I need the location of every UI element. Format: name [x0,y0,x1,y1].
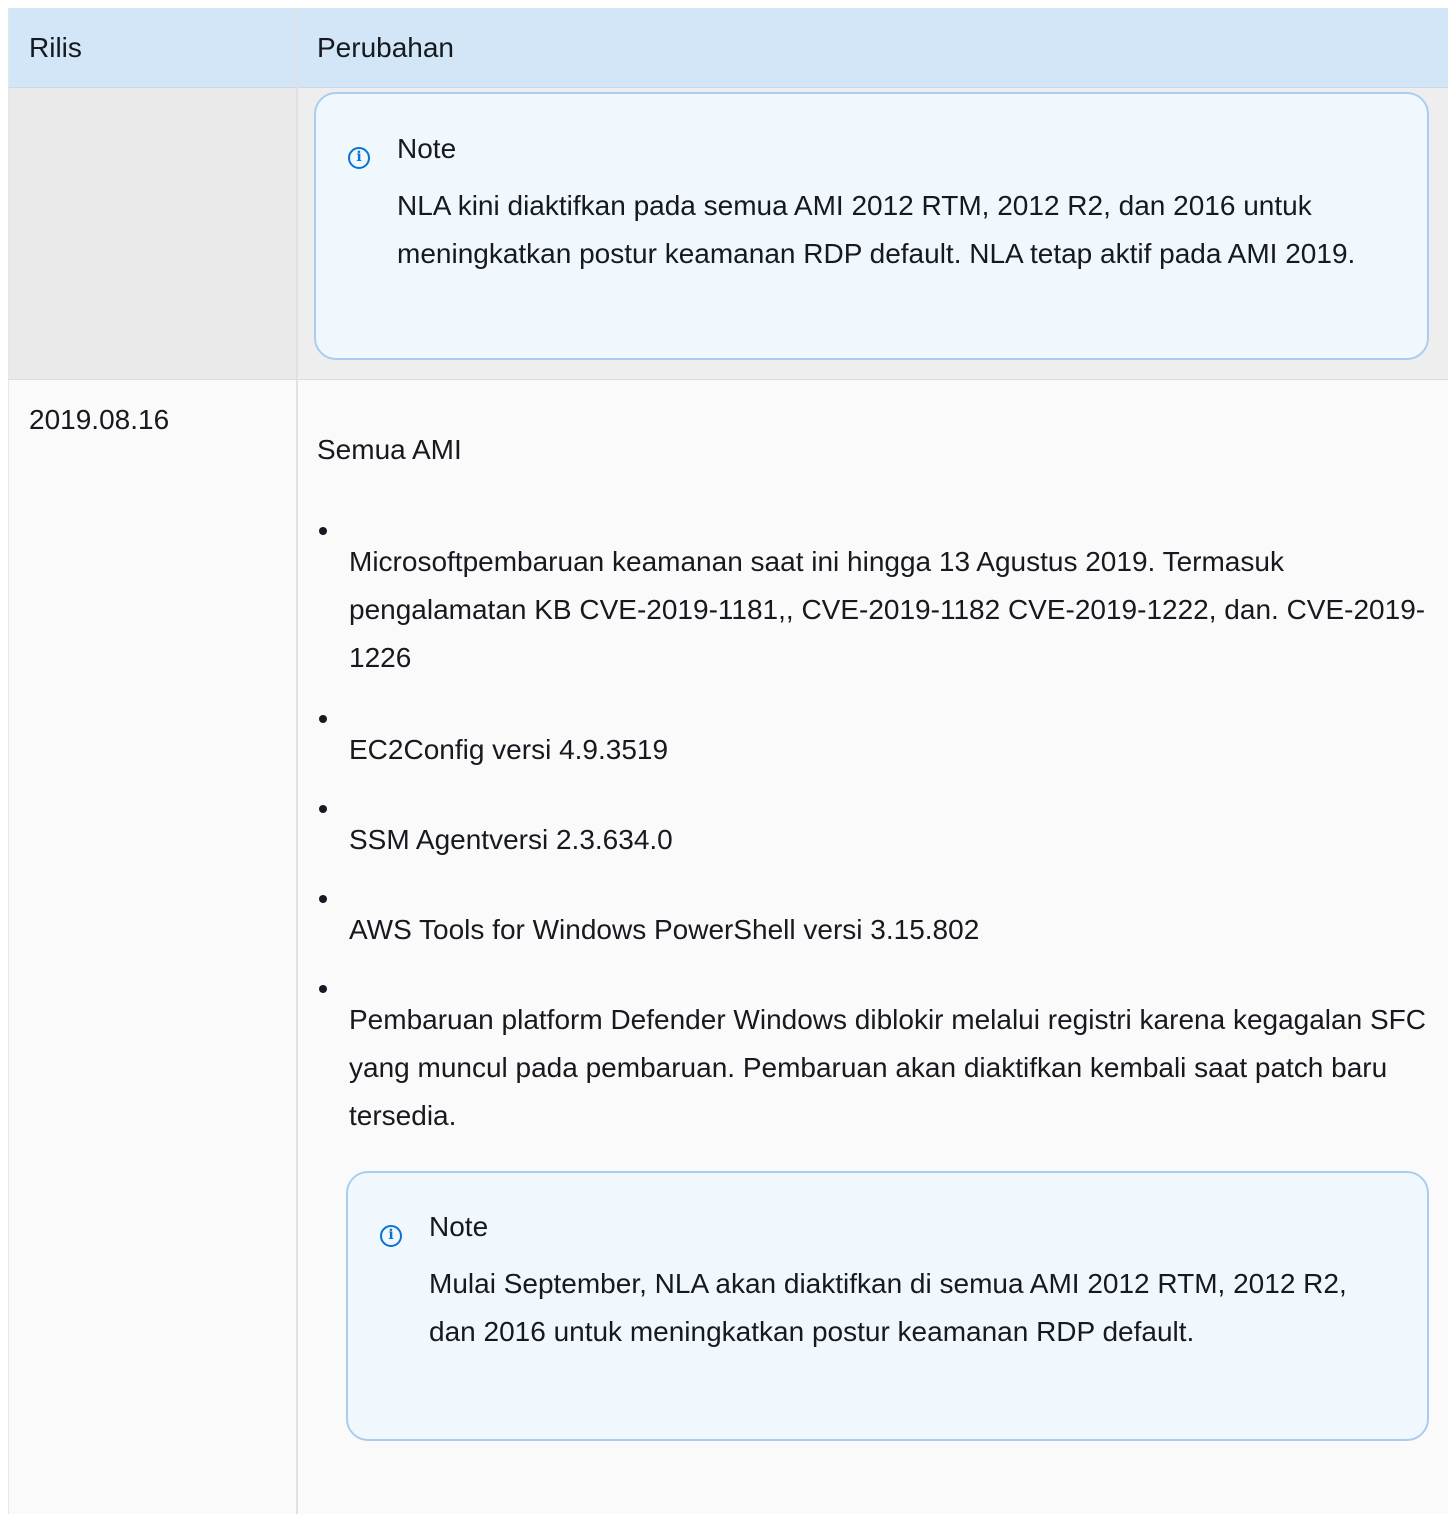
release-version: 2019.08.16 [29,404,170,435]
note-callout: i Note Mulai September, NLA akan diaktif… [346,1171,1429,1441]
list-item: Pembaruan platform Defender Windows dibl… [349,1004,1426,1131]
list-item: AWS Tools for Windows PowerShell versi 3… [349,914,980,945]
bullet-icon [319,985,327,993]
info-icon: i [348,147,370,169]
bullet-icon [319,895,327,903]
release-notes-table: Rilis Perubahan 2019.08.16 i Note NLA ki… [8,8,1448,1514]
bullet-icon [319,805,327,813]
release-cell: 2019.08.16 [9,380,296,1514]
note-body: NLA kini diaktifkan pada semua AMI 2012 … [397,190,1356,269]
header-changes: Perubahan [317,32,455,63]
list-item: SSM Agentversi 2.3.634.0 [349,824,673,855]
list-item: EC2Config versi 4.9.3519 [349,734,669,765]
note-body: Mulai September, NLA akan diaktifkan di … [429,1268,1347,1347]
info-icon: i [380,1225,402,1247]
bullet-icon [319,715,327,723]
note-title: Note [429,1211,489,1242]
bullet-icon [319,527,327,535]
header-release: Rilis [29,32,82,63]
column-divider [296,8,298,1514]
note-title: Note [397,133,457,164]
table-header-row: Rilis Perubahan [9,8,1448,88]
section-title: Semua AMI [317,434,462,465]
list-item: Microsoftpembaruan keamanan saat ini hin… [349,546,1426,673]
release-cell [9,88,296,379]
note-callout: i Note NLA kini diaktifkan pada semua AM… [314,92,1429,360]
